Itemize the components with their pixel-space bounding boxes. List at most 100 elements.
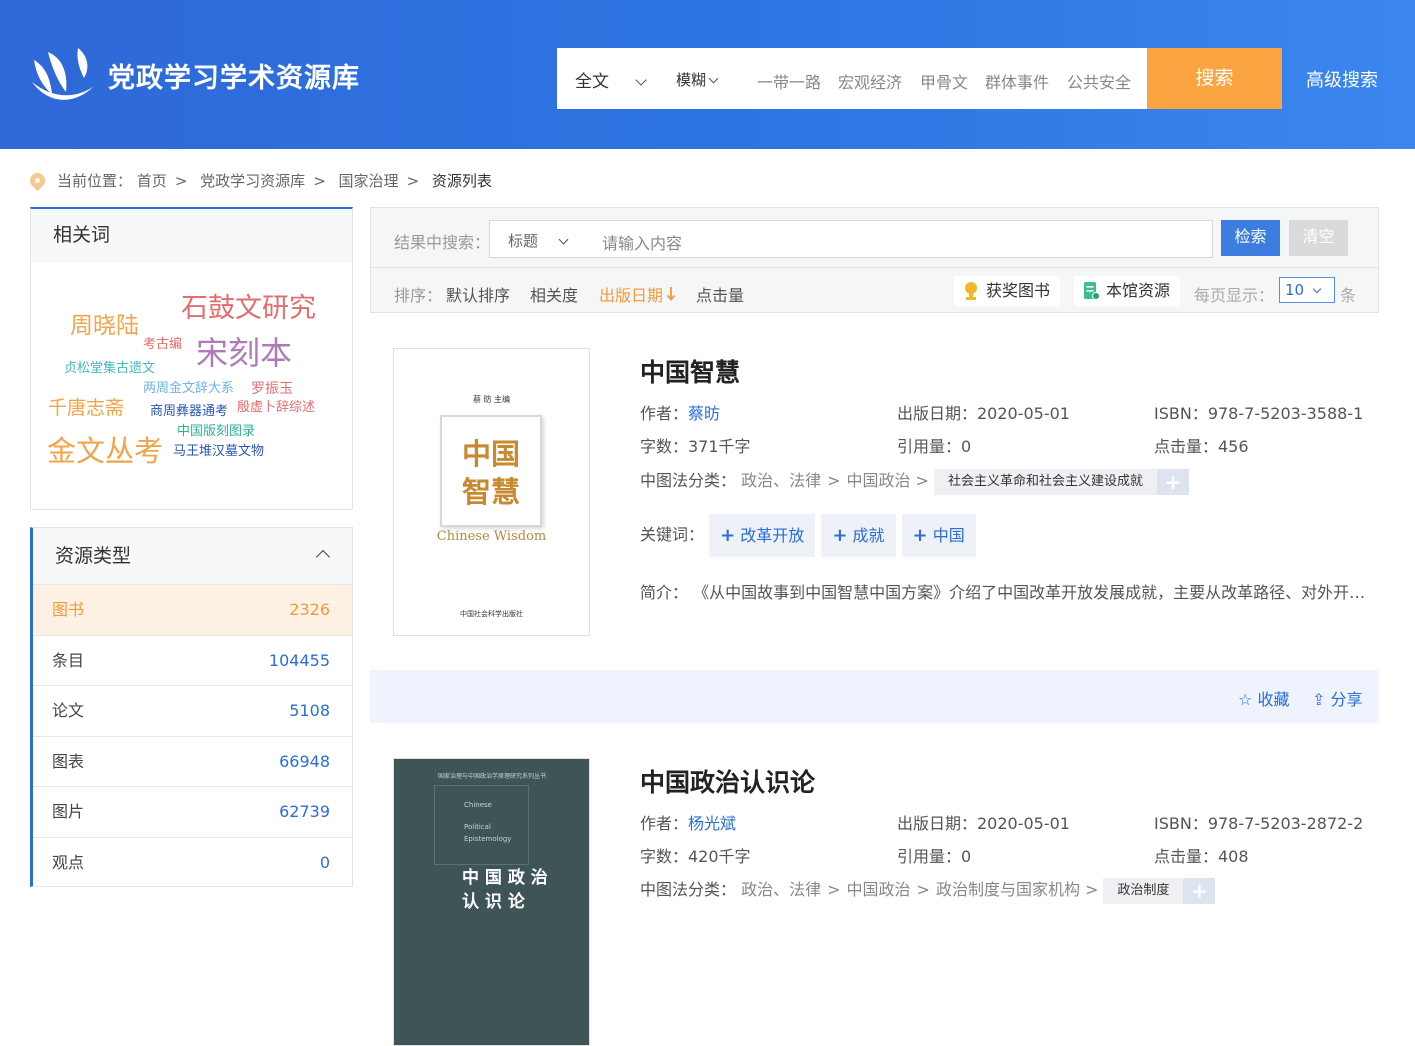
breadcrumb-item[interactable]: 党政学习资源库 [200, 172, 305, 190]
keyword-tag[interactable]: + 改革开放 [709, 514, 816, 557]
search-mode-select[interactable]: 模糊 [676, 69, 719, 90]
breadcrumb: 当前位置： 首页 > 党政学习资源库 > 国家治理 > 资源列表 [26, 169, 492, 192]
result-actions-bar: ☆ 收藏 ⇪ 分享 [370, 670, 1379, 723]
per-page-select[interactable]: 10 [1279, 277, 1335, 303]
chevron-down-icon [1312, 284, 1322, 294]
keyword-tag[interactable]: + 中国 [901, 514, 976, 557]
related-word[interactable]: 马王堆汉墓文物 [173, 440, 264, 459]
related-word[interactable]: 考古编 [143, 333, 182, 352]
book-pub-date: 出版日期：2020-05-01 [897, 404, 1070, 423]
related-word[interactable]: 金文丛考 [47, 428, 163, 470]
related-words-panel: 相关词 石鼓文研究 周晓陆 考古编 宋刻本 贞松堂集古遗文 两周金文辞大系 罗振… [30, 207, 353, 510]
sort-default[interactable]: 默认排序 [446, 282, 510, 306]
site-title[interactable]: 党政学习学术资源库 [108, 56, 360, 95]
breadcrumb-current: 资源列表 [431, 172, 492, 190]
related-word[interactable]: 罗振玉 [251, 378, 293, 398]
resource-type-papers[interactable]: 论文 5108 [33, 685, 352, 736]
related-word[interactable]: 中国版刻图录 [177, 420, 255, 439]
result-search-label: 结果中搜索： [394, 233, 491, 252]
arrow-down-icon [666, 287, 676, 301]
book-author: 作者：杨光斌 [640, 814, 737, 833]
clc-link[interactable]: 政治、法律 [741, 880, 821, 899]
book-cover-image[interactable]: 国家治理与中国政治学原理研究系列丛书 Chinese Political Epi… [393, 758, 590, 1046]
author-link[interactable]: 杨光斌 [688, 814, 736, 833]
hot-word-link[interactable]: 一带一路 [757, 69, 821, 93]
award-books-filter[interactable]: 获奖图书 [954, 276, 1061, 306]
clc-link[interactable]: 政治、法律 [741, 471, 821, 490]
result-search-placeholder[interactable]: 请输入内容 [602, 230, 682, 254]
sort-pub-date[interactable]: 出版日期 [599, 282, 676, 306]
book-cover-image[interactable]: 蔡 昉 主编 中国 智慧 Chinese Wisdom 中国社会科学出版社 [393, 348, 590, 636]
cover-title-box: 中国 智慧 [440, 415, 542, 527]
clear-button[interactable]: 清空 [1289, 220, 1348, 256]
book-isbn: ISBN：978-7-5203-3588-1 [1154, 404, 1364, 423]
book-citations: 引用量：0 [897, 437, 972, 456]
result-search-input[interactable]: 标题 请输入内容 [489, 220, 1213, 258]
breadcrumb-item[interactable]: 首页 [137, 172, 167, 190]
resource-type-panel: 资源类型 图书 2326 条目 104455 论文 5108 图表 66948 图片 62… [30, 527, 353, 887]
retrieve-button[interactable]: 检索 [1221, 220, 1280, 256]
related-word[interactable]: 贞松堂集古遗文 [64, 357, 155, 376]
related-word[interactable]: 千唐志斋 [48, 393, 124, 420]
favorite-button[interactable]: ☆ 收藏 [1238, 686, 1289, 710]
location-pin-icon [26, 169, 49, 192]
book-clc: 中图法分类： 政治、法律 > 中国政治 > 政治制度与国家机构 > 政治制度 + [640, 876, 1216, 904]
result-filter-panel: 结果中搜索： 标题 请输入内容 检索 清空 排序： 默认排序 相关度 出版日期 … [370, 207, 1379, 313]
search-field-select[interactable]: 全文 [575, 67, 647, 92]
clc-link[interactable]: 中国政治 [847, 471, 911, 490]
sort-relevance[interactable]: 相关度 [530, 282, 578, 306]
resource-type-images[interactable]: 图片 62739 [33, 786, 352, 837]
result-item: 国家治理与中国政治学原理研究系列丛书 Chinese Political Epi… [370, 723, 1379, 1046]
related-words-title: 相关词 [31, 209, 352, 262]
advanced-search-link[interactable]: 高级搜索 [1306, 66, 1378, 92]
hot-word-link[interactable]: 宏观经济 [838, 69, 902, 93]
search-button[interactable]: 搜索 [1147, 48, 1282, 109]
share-button[interactable]: ⇪ 分享 [1312, 686, 1363, 710]
hot-word-link[interactable]: 公共安全 [1067, 69, 1131, 93]
main-search-box[interactable]: 全文 模糊 一带一路 宏观经济 甲骨文 群体事件 公共安全 [557, 48, 1147, 109]
result-search-field-select[interactable]: 标题 [508, 230, 569, 251]
resource-type-books[interactable]: 图书 2326 [33, 584, 352, 635]
resource-type-views[interactable]: 观点 0 [33, 836, 352, 888]
star-icon: ☆ [1238, 690, 1253, 709]
chevron-up-icon[interactable] [315, 549, 331, 565]
book-summary: 简介： 《从中国故事到中国智慧中国方案》介绍了中国改革开放发展成就，主要从改革路… [640, 583, 1370, 602]
hot-word-link[interactable]: 群体事件 [985, 69, 1049, 93]
trophy-icon [965, 282, 977, 300]
related-word[interactable]: 石鼓文研究 [181, 286, 316, 325]
related-word[interactable]: 商周彝器通考 [150, 400, 228, 419]
sort-clicks[interactable]: 点击量 [696, 282, 744, 306]
per-page-unit: 条 [1340, 286, 1357, 305]
author-link[interactable]: 蔡昉 [688, 404, 720, 423]
keyword-tag[interactable]: + 成就 [821, 514, 896, 557]
site-logo-icon[interactable] [28, 42, 96, 106]
clc-tag[interactable]: 社会主义革命和社会主义建设成就 [933, 468, 1157, 495]
resource-type-title[interactable]: 资源类型 [33, 528, 352, 584]
related-word[interactable]: 周晓陆 [70, 306, 139, 340]
library-icon [1084, 282, 1100, 300]
book-author: 作者：蔡昉 [640, 404, 721, 423]
result-item: 蔡 昉 主编 中国 智慧 Chinese Wisdom 中国社会科学出版社 中国… [370, 313, 1379, 723]
per-page-label: 每页显示： [1194, 286, 1275, 305]
clc-link[interactable]: 政治制度与国家机构 [936, 880, 1080, 899]
clc-link[interactable]: 中国政治 [847, 880, 911, 899]
resource-type-entries[interactable]: 条目 104455 [33, 634, 352, 686]
plus-icon[interactable]: + [1156, 468, 1189, 495]
book-word-count: 字数：371千字 [640, 437, 751, 456]
related-word[interactable]: 两周金文辞大系 [143, 377, 234, 396]
book-title-link[interactable]: 中国政治认识论 [640, 763, 815, 799]
breadcrumb-item[interactable]: 国家治理 [339, 172, 399, 190]
share-icon: ⇪ [1312, 690, 1326, 709]
word-cloud: 石鼓文研究 周晓陆 考古编 宋刻本 贞松堂集古遗文 两周金文辞大系 罗振玉 千唐… [31, 262, 352, 508]
result-search-row: 结果中搜索： 标题 请输入内容 检索 清空 [371, 208, 1378, 268]
hot-word-link[interactable]: 甲骨文 [920, 69, 968, 93]
resource-type-charts[interactable]: 图表 66948 [33, 735, 352, 787]
related-word[interactable]: 殷虚卜辞综述 [237, 396, 315, 415]
related-word[interactable]: 宋刻本 [196, 328, 292, 374]
header: 党政学习学术资源库 全文 模糊 一带一路 宏观经济 甲骨文 群体事件 公共安全 … [0, 0, 1415, 149]
book-keywords: 关键词： + 改革开放 + 成就 + 中国 [640, 514, 982, 557]
book-citations: 引用量：0 [897, 847, 972, 866]
book-word-count: 字数：420千字 [640, 847, 751, 866]
book-title-link[interactable]: 中国智慧 [640, 353, 740, 389]
local-resource-filter[interactable]: 本馆资源 [1074, 276, 1181, 306]
